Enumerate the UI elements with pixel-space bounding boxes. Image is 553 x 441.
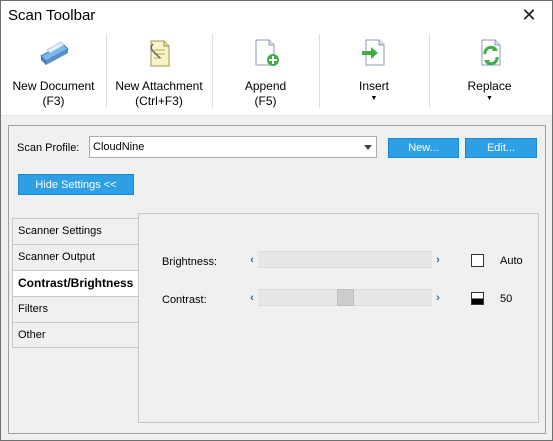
- scanner-icon: [37, 33, 71, 73]
- tab-other[interactable]: Other: [12, 322, 139, 348]
- attachment-icon: [142, 33, 176, 73]
- contrast-swatch-icon: [471, 292, 484, 305]
- tab-filters[interactable]: Filters: [12, 296, 139, 322]
- new-document-button[interactable]: New Document (F3): [1, 30, 106, 116]
- settings-panel: Scan Profile: CloudNine New... Edit... H…: [8, 125, 546, 434]
- brightness-label: Brightness:: [162, 256, 218, 268]
- contrast-increase-icon[interactable]: ›: [432, 289, 444, 306]
- replace-label: Replace: [467, 79, 512, 93]
- contrast-brightness-content: Brightness: ‹ › Auto Contrast: ‹ › 50: [138, 213, 539, 423]
- dropdown-arrow-icon[interactable]: [364, 145, 372, 150]
- insert-icon: [357, 33, 391, 73]
- append-button[interactable]: Append (F5): [212, 30, 319, 116]
- new-attachment-label: New Attachment: [115, 79, 203, 93]
- contrast-value: 50: [500, 293, 513, 305]
- close-icon[interactable]: ✕: [506, 1, 552, 30]
- auto-checkbox[interactable]: [471, 254, 484, 267]
- append-label: Append: [244, 79, 287, 93]
- tab-scanner-output[interactable]: Scanner Output: [12, 244, 139, 270]
- new-document-label: New Document: [12, 79, 95, 93]
- contrast-thumb[interactable]: [336, 289, 354, 306]
- contrast-label: Contrast:: [162, 294, 207, 306]
- brightness-increase-icon[interactable]: ›: [432, 251, 444, 268]
- replace-dropdown-icon: ▼: [486, 95, 493, 102]
- auto-label: Auto: [500, 255, 523, 267]
- replace-icon: [473, 33, 507, 73]
- settings-tabs: Scanner Settings Scanner Output Contrast…: [12, 218, 139, 348]
- window-title: Scan Toolbar: [8, 7, 96, 24]
- tab-scanner-settings[interactable]: Scanner Settings: [12, 218, 139, 244]
- scan-profile-select[interactable]: CloudNine: [89, 136, 377, 158]
- insert-dropdown-icon: ▼: [370, 95, 378, 102]
- scan-profile-value: CloudNine: [93, 141, 145, 153]
- brightness-decrease-icon[interactable]: ‹: [246, 251, 258, 268]
- scan-toolbar-window: Scan Toolbar ✕ New Document (F3) New Att…: [0, 0, 553, 441]
- title-bar: Scan Toolbar ✕: [1, 1, 552, 30]
- insert-label: Insert: [358, 79, 389, 93]
- new-document-shortcut: (F3): [42, 94, 65, 108]
- brightness-slider[interactable]: ‹ ›: [246, 251, 444, 268]
- toolbar: New Document (F3) New Attachment (Ctrl+F…: [1, 30, 552, 116]
- replace-button[interactable]: Replace ▼: [429, 30, 550, 116]
- new-attachment-shortcut: (Ctrl+F3): [135, 94, 183, 108]
- brightness-track[interactable]: [258, 251, 432, 268]
- tab-contrast-brightness[interactable]: Contrast/Brightness: [12, 270, 139, 296]
- append-shortcut: (F5): [254, 94, 277, 108]
- scan-profile-label: Scan Profile:: [17, 142, 80, 154]
- hide-settings-button[interactable]: Hide Settings <<: [18, 174, 134, 195]
- append-icon: [249, 33, 283, 73]
- new-profile-button[interactable]: New...: [388, 138, 459, 158]
- edit-profile-button[interactable]: Edit...: [465, 138, 537, 158]
- contrast-slider[interactable]: ‹ ›: [246, 289, 444, 306]
- contrast-decrease-icon[interactable]: ‹: [246, 289, 258, 306]
- new-attachment-button[interactable]: New Attachment (Ctrl+F3): [106, 30, 212, 116]
- insert-button[interactable]: Insert ▼: [319, 30, 429, 116]
